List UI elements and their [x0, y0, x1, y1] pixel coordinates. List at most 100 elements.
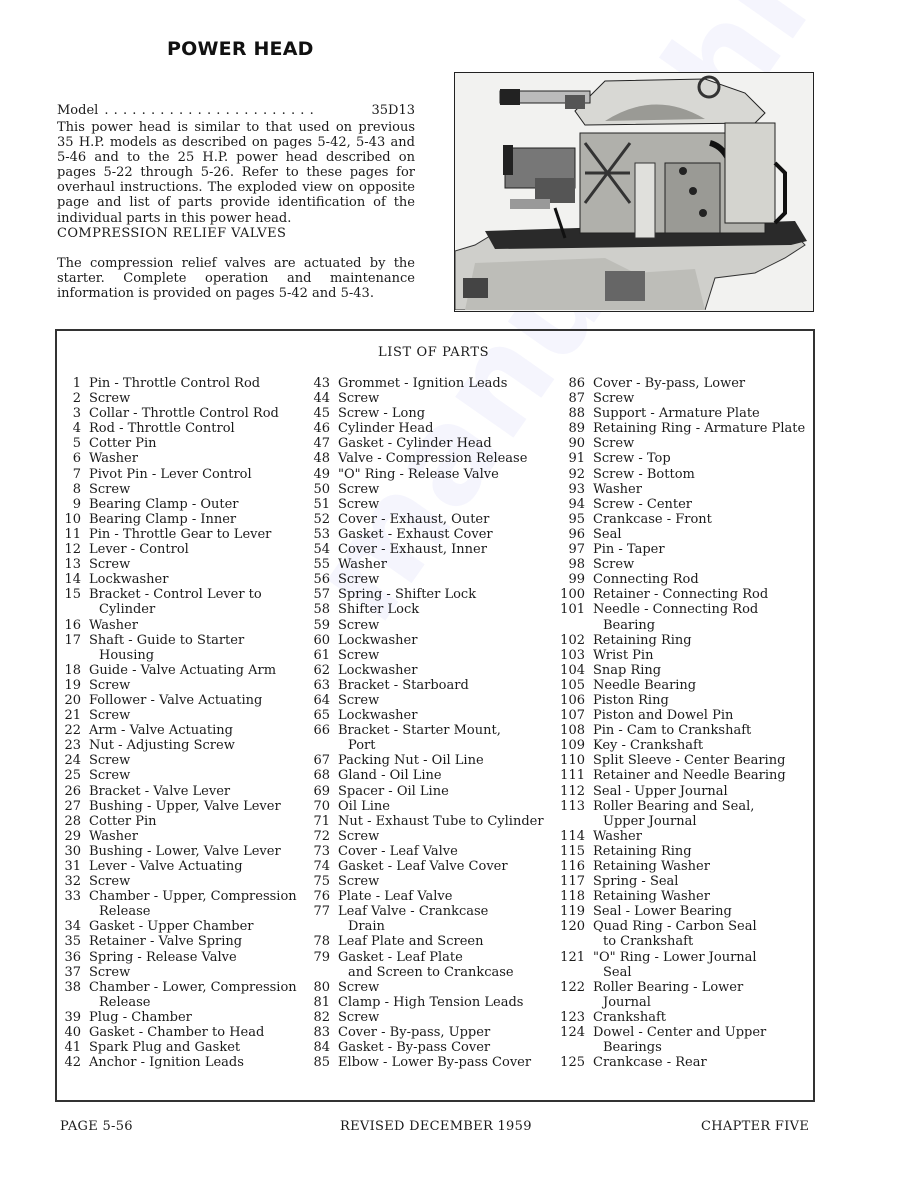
part-number: 2: [72, 391, 81, 407]
part-number: 32: [64, 874, 81, 890]
part-description: Gasket - Leaf Valve Cover: [338, 859, 560, 874]
part-number: 65: [313, 708, 330, 724]
part-description: Grommet - Ignition Leads: [338, 376, 560, 391]
part-list-item: 59 Screw: [308, 618, 560, 633]
intro-paragraph: This power head is similar to that used …: [57, 105, 415, 226]
part-description-text: Anchor - Ignition Leads: [89, 1055, 244, 1071]
part-description: Shifter Lock: [338, 602, 560, 617]
part-list-item: 41 Spark Plug and Gasket: [57, 1040, 307, 1055]
part-description: Washer: [89, 451, 307, 466]
part-description: Seal - Upper Journal: [593, 784, 814, 799]
part-description: Washer: [338, 557, 560, 572]
part-list-item: 33 Chamber - Upper, Compression Release: [57, 889, 307, 919]
part-description: Screw: [338, 391, 560, 406]
part-list-item: 82 Screw: [308, 1010, 560, 1025]
part-list-item: 52 Cover - Exhaust, Outer: [308, 512, 560, 527]
part-description: Clamp - High Tension Leads: [338, 995, 560, 1010]
part-description-text: Retainer and Needle Bearing: [593, 768, 786, 784]
part-description-continuation: Release: [99, 904, 151, 920]
part-list-item: 48 Valve - Compression Release: [308, 451, 560, 466]
part-description: Gasket - By-pass Cover: [338, 1040, 560, 1055]
part-list-item: 35 Retainer - Valve Spring: [57, 934, 307, 949]
part-number: 36: [64, 949, 81, 965]
part-description-text: Gasket - Leaf Plate: [338, 949, 463, 965]
part-number: 81: [313, 994, 330, 1010]
part-number: 41: [64, 1040, 81, 1056]
part-description: Wrist Pin: [593, 648, 814, 663]
part-description: Leaf Plate and Screen: [338, 934, 560, 949]
part-list-item: 63 Bracket - Starboard: [308, 678, 560, 693]
part-description: Spring - Release Valve: [89, 950, 307, 965]
part-description: Elbow - Lower By-pass Cover: [338, 1055, 560, 1070]
part-description: Screw: [89, 678, 307, 693]
part-number: 124: [560, 1025, 585, 1041]
part-description-continuation: Seal: [603, 964, 632, 980]
part-list-item: 39 Plug - Chamber: [57, 1010, 307, 1025]
part-description: Lockwasher: [338, 663, 560, 678]
part-number: 47: [313, 436, 330, 452]
part-list-item: 13 Screw: [57, 557, 307, 572]
part-number: 59: [313, 617, 330, 633]
part-description-text: Roller Bearing and Seal,: [593, 798, 755, 814]
part-description: Retaining Ring - Armature Plate: [593, 421, 814, 436]
part-number: 4: [72, 421, 81, 437]
part-list-item: 42 Anchor - Ignition Leads: [57, 1055, 307, 1070]
part-number: 91: [568, 451, 585, 467]
part-list-item: 25 Screw: [57, 768, 307, 783]
part-list-item: 47 Gasket - Cylinder Head: [308, 436, 560, 451]
part-description-text: Cover - Exhaust, Outer: [338, 511, 490, 527]
part-number: 22: [64, 723, 81, 739]
part-description: Spring - Shifter Lock: [338, 587, 560, 602]
part-description-text: Washer: [593, 828, 642, 844]
part-description-text: Screw: [338, 496, 380, 512]
part-description-text: Needle - Connecting Rod: [593, 602, 759, 618]
part-description: Cotter Pin: [89, 436, 307, 451]
part-description-continuation: Upper Journal: [603, 813, 697, 829]
part-list-item: 104 Snap Ring: [556, 663, 814, 678]
part-description: Screw: [338, 980, 560, 995]
part-list-item: 54 Cover - Exhaust, Inner: [308, 542, 560, 557]
part-list-item: 55 Washer: [308, 557, 560, 572]
part-list-item: 24 Screw: [57, 753, 307, 768]
part-description: Support - Armature Plate: [593, 406, 814, 421]
part-number: 61: [313, 647, 330, 663]
part-list-item: 68 Gland - Oil Line: [308, 768, 560, 783]
part-description-text: Cotter Pin: [89, 436, 157, 452]
part-description: Screw - Center: [593, 497, 814, 512]
part-description-text: Screw: [338, 828, 380, 844]
part-list-item: 8 Screw: [57, 482, 307, 497]
part-description: Screw - Top: [593, 451, 814, 466]
part-description: "O" Ring - Lower Journal Seal: [593, 950, 814, 980]
part-number: 12: [64, 542, 81, 558]
part-number: 97: [568, 542, 585, 558]
part-description-text: Screw - Long: [338, 406, 426, 422]
part-list-item: 50 Screw: [308, 482, 560, 497]
part-number: 5: [72, 436, 81, 452]
part-description: Gasket - Upper Chamber: [89, 919, 307, 934]
part-number: 114: [560, 828, 585, 844]
part-description: Crankshaft: [593, 1010, 814, 1025]
part-description: Chamber - Lower, Compression Release: [89, 980, 307, 1010]
part-description-text: Piston and Dowel Pin: [593, 708, 734, 724]
part-description-text: Bushing - Lower, Valve Lever: [89, 843, 281, 859]
part-list-item: 87 Screw: [556, 391, 814, 406]
part-description-text: Wrist Pin: [593, 647, 654, 663]
part-list-item: 74 Gasket - Leaf Valve Cover: [308, 859, 560, 874]
part-description-text: Pin - Taper: [593, 542, 665, 558]
part-list-item: 16 Washer: [57, 618, 307, 633]
part-description-text: Piston Ring: [593, 692, 669, 708]
part-description: Screw: [338, 1010, 560, 1025]
part-list-item: 23 Nut - Adjusting Screw: [57, 738, 307, 753]
part-description: Collar - Throttle Control Rod: [89, 406, 307, 421]
part-number: 16: [64, 617, 81, 633]
part-description-text: Arm - Valve Actuating: [89, 723, 233, 739]
part-description: Spark Plug and Gasket: [89, 1040, 307, 1055]
part-description: Arm - Valve Actuating: [89, 723, 307, 738]
part-number: 75: [313, 874, 330, 890]
part-list-item: 19 Screw: [57, 678, 307, 693]
part-number: 118: [560, 889, 585, 905]
part-description-text: Gasket - Cylinder Head: [338, 436, 492, 452]
part-description-text: Follower - Valve Actuating: [89, 692, 263, 708]
part-number: 58: [313, 602, 330, 618]
part-description: Lever - Control: [89, 542, 307, 557]
